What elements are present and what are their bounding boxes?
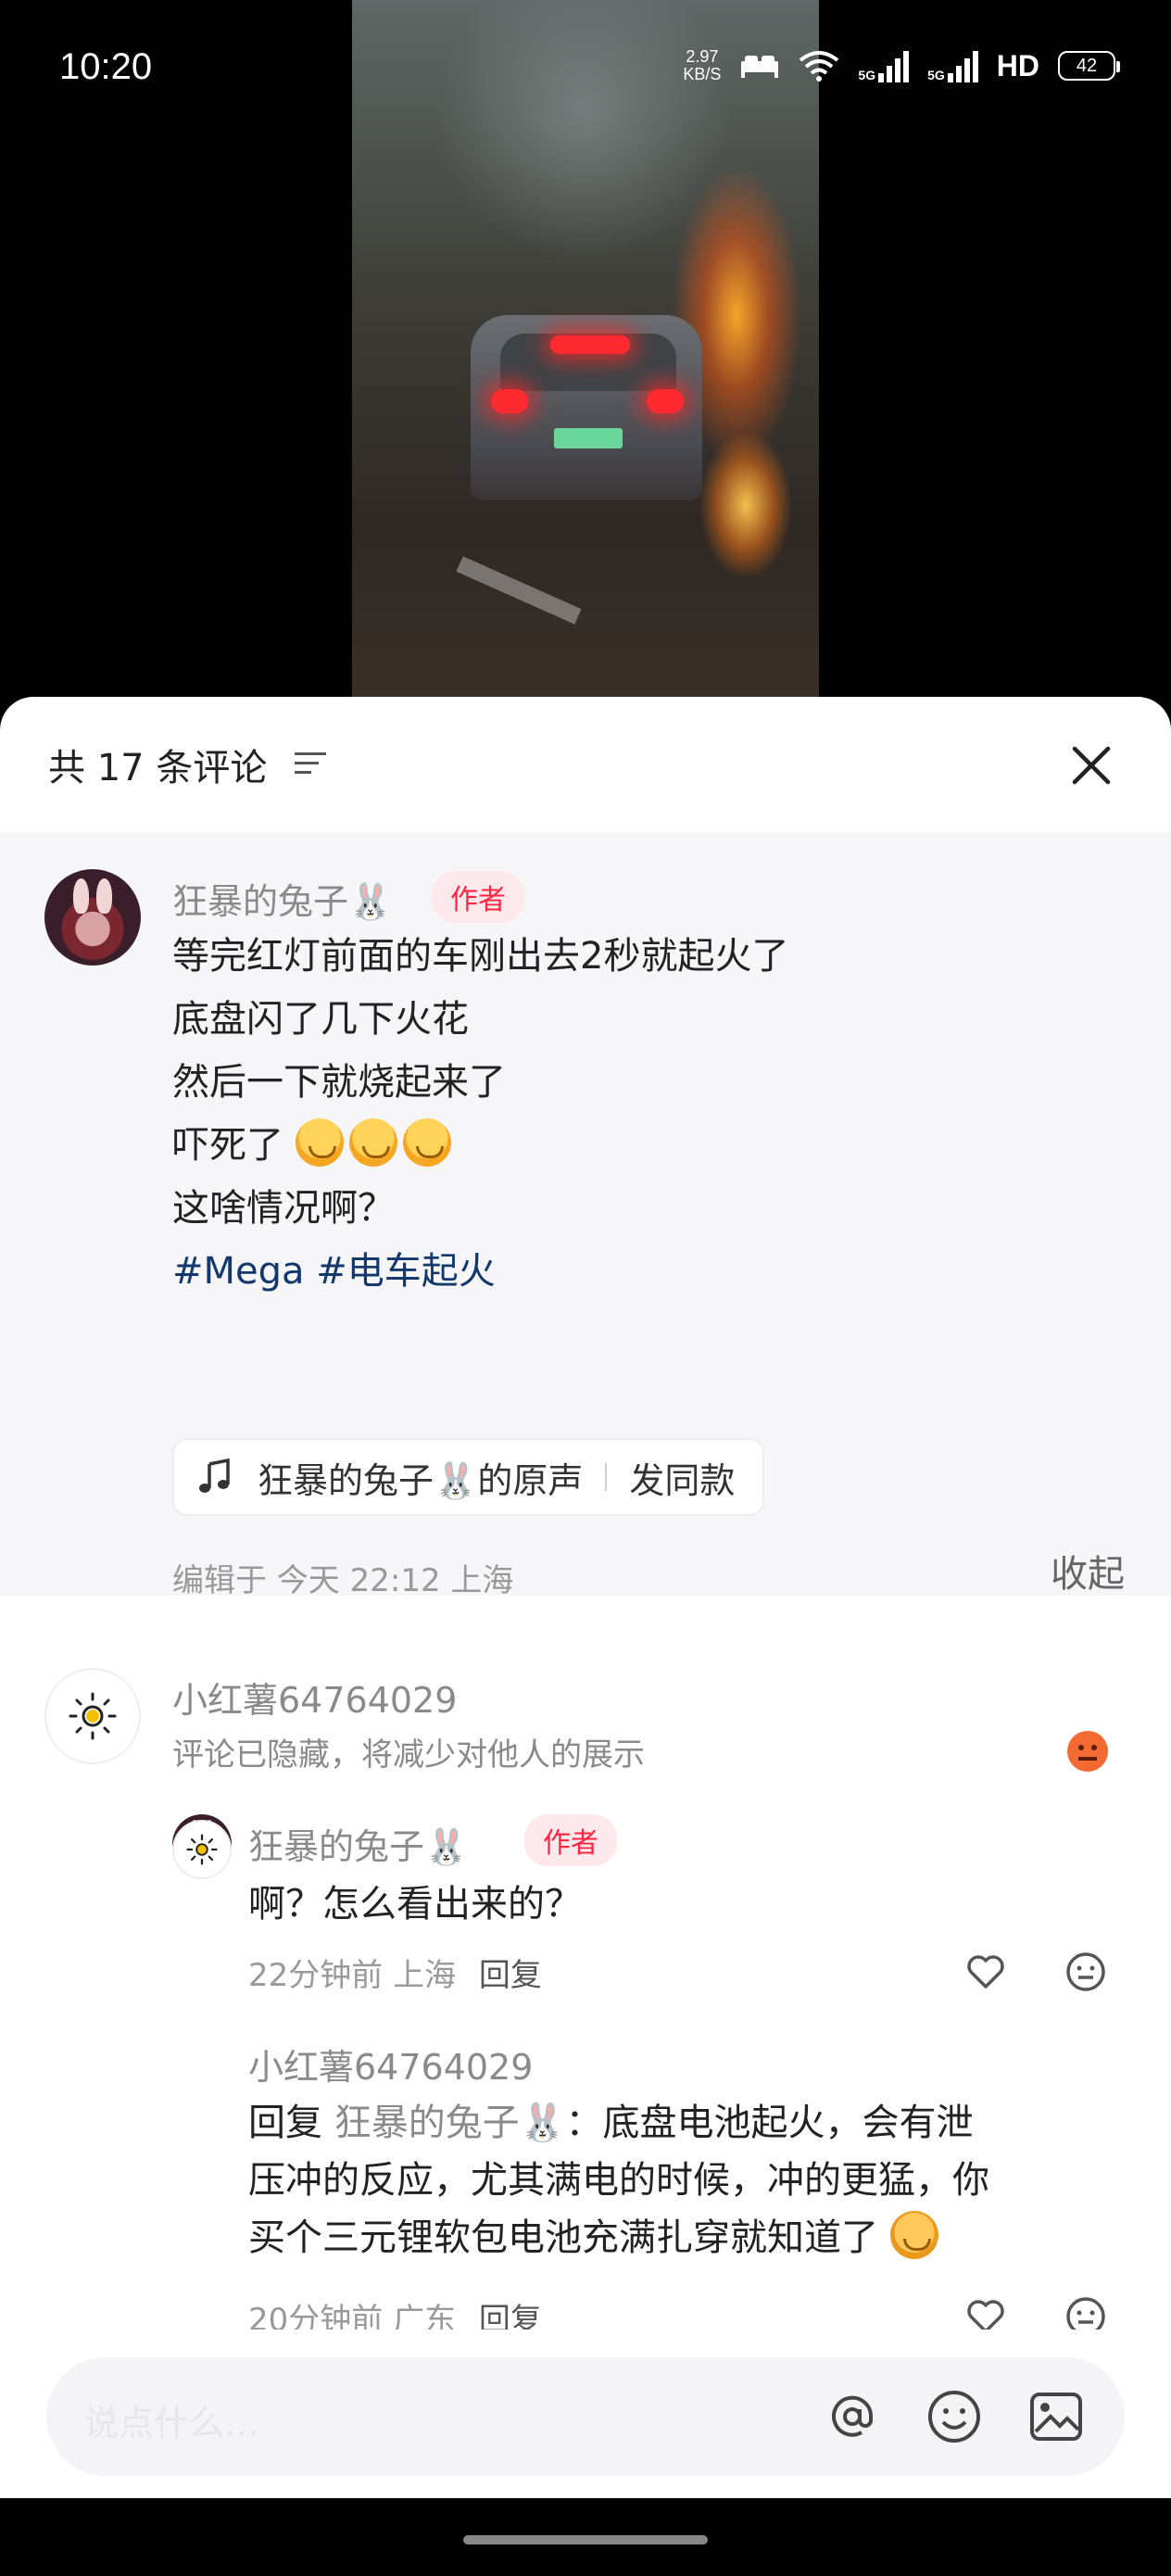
post-hashtags: #Mega #电车起火 xyxy=(172,1240,496,1303)
crying-emoji-icon xyxy=(402,1118,451,1167)
comments-header: 共 17 条评论 xyxy=(0,697,1171,832)
reply-text-line-2: 压冲的反应，尤其满电的时候，冲的更猛，你 xyxy=(248,2159,989,2202)
dislike-emoji-icon[interactable] xyxy=(1067,1731,1108,1772)
post-content: 狂暴的兔子🐰 作者 等完红灯前面的车刚出去2秒就起火了 底盘闪了几下火花 然后一… xyxy=(0,832,1171,1599)
status-bar: 10:20 2.97 KB/S 5G 5G HD 42 xyxy=(0,0,1171,139)
original-sound-label: 狂暴的兔子🐰的原声 xyxy=(258,1459,584,1501)
bed-icon xyxy=(741,56,779,78)
hd-indicator: HD xyxy=(996,48,1039,82)
crying-emoji-icon xyxy=(348,1118,397,1167)
post-line-5: 这啥情况啊？ xyxy=(172,1187,395,1230)
comments-count-title: 共 17 条评论 xyxy=(48,747,268,789)
post-line-1: 等完红灯前面的车刚出去2秒就起火了 xyxy=(172,935,789,978)
system-nav-bar xyxy=(0,2498,1171,2576)
post-line-2: 底盘闪了几下火花 xyxy=(172,998,469,1041)
use-sound-button[interactable]: 发同款 xyxy=(629,1452,735,1503)
image-icon[interactable] xyxy=(1025,2385,1088,2448)
post-line-3: 然后一下就烧起来了 xyxy=(172,1061,506,1104)
comment-input[interactable]: 说点什么… xyxy=(46,2357,1125,2476)
commenter-avatar[interactable] xyxy=(44,1668,141,1764)
reply-meta: 22分钟前 上海 回复 xyxy=(248,1957,542,1994)
sun-icon xyxy=(69,1692,117,1740)
reply-text-line-3: 买个三元锂软包电池充满扎穿就知道了 xyxy=(248,2209,944,2267)
home-indicator[interactable] xyxy=(463,2535,708,2544)
post-line-4: 吓死了 xyxy=(172,1114,457,1177)
close-icon[interactable] xyxy=(1065,739,1117,791)
reply-avatar[interactable] xyxy=(172,1820,232,1879)
at-icon[interactable] xyxy=(821,2385,884,2448)
author-badge: 作者 xyxy=(432,871,524,923)
reply-author-name[interactable]: 狂暴的兔子🐰 xyxy=(248,1818,468,1869)
crying-emoji-icon xyxy=(295,1118,344,1167)
hashtag-link[interactable]: #Mega xyxy=(172,1250,305,1293)
comments-sheet: 共 17 条评论 狂暴的兔子🐰 作者 等完红灯前面的车刚出去2秒就起火了 底盘闪… xyxy=(0,697,1171,2498)
emoji-icon[interactable] xyxy=(923,2385,986,2448)
mention-link[interactable]: 狂暴的兔子🐰 xyxy=(334,2102,566,2144)
comment-input-bar: 说点什么… xyxy=(0,2330,1171,2498)
author-name[interactable]: 狂暴的兔子🐰 xyxy=(172,873,392,924)
network-speed: 2.97 KB/S xyxy=(683,47,722,83)
commenter-name[interactable]: 小红薯64764029 xyxy=(172,1672,457,1723)
reply-text: 啊？怎么看出来的？ xyxy=(248,1883,582,1926)
hidden-comment-note: 评论已隐藏，将减少对他人的展示 xyxy=(172,1736,645,1774)
hashtag-link[interactable]: #电车起火 xyxy=(316,1250,496,1293)
author-badge: 作者 xyxy=(524,1814,617,1866)
reply-text-line-1: 回复 狂暴的兔子🐰：底盘电池起火，会有泄 xyxy=(248,2102,974,2144)
collapse-button[interactable]: 收起 xyxy=(1051,1544,1125,1597)
reply-user-name[interactable]: 小红薯64764029 xyxy=(248,2039,533,2090)
signal-strength-1: 5G xyxy=(858,49,910,82)
battery-icon: 42 xyxy=(1058,51,1120,81)
music-note-icon xyxy=(199,1458,230,1493)
like-heart-icon[interactable] xyxy=(963,1950,1008,1994)
reply-button[interactable]: 回复 xyxy=(479,1957,542,1994)
status-icons: 2.97 KB/S 5G 5G HD 42 xyxy=(683,47,1120,83)
dislike-face-icon[interactable] xyxy=(1064,1950,1108,1994)
original-sound-chip[interactable]: 狂暴的兔子🐰的原声 发同款 xyxy=(172,1438,765,1516)
author-avatar[interactable] xyxy=(44,869,141,966)
smirk-emoji-icon xyxy=(889,2211,938,2259)
status-time: 10:20 xyxy=(59,46,153,87)
signal-strength-2: 5G xyxy=(927,49,978,82)
wifi-icon xyxy=(800,51,839,82)
filter-icon[interactable] xyxy=(295,749,328,778)
sun-icon xyxy=(186,1834,218,1865)
comment-input-placeholder: 说点什么… xyxy=(83,2403,260,2443)
post-meta: 编辑于 今天 22:12 上海 xyxy=(172,1562,514,1599)
